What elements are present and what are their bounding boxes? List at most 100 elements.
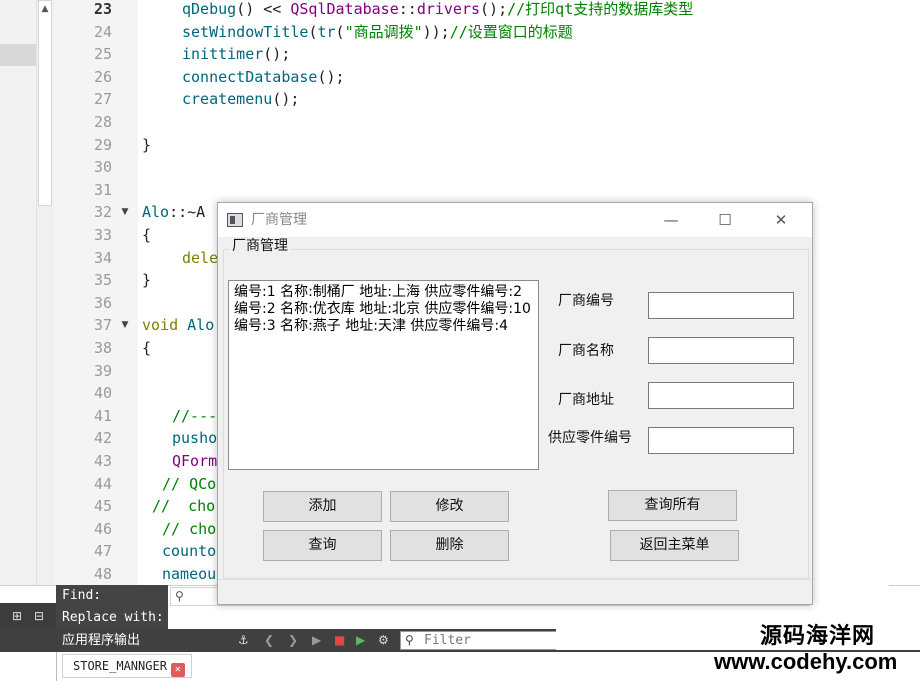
line-number: 46 bbox=[93, 520, 112, 538]
left-sidebar-selection bbox=[0, 44, 36, 66]
code-line: inittimer(); bbox=[182, 45, 291, 63]
line-number: 37 bbox=[93, 316, 112, 334]
replace-label: Replace with: bbox=[62, 610, 164, 625]
query-all-button[interactable]: 查询所有 bbox=[608, 490, 737, 521]
delete-button[interactable]: 删除 bbox=[390, 530, 509, 561]
code-line: } bbox=[142, 271, 152, 289]
watermark-name: 源码海洋网 bbox=[760, 624, 876, 649]
line-number: 39 bbox=[93, 362, 112, 380]
code-line: // cho bbox=[152, 497, 216, 515]
watermark-url: www.codehy.com bbox=[714, 649, 898, 674]
close-tab-icon[interactable]: ✕ bbox=[170, 663, 185, 677]
output-prev-icon[interactable]: ❮ bbox=[264, 629, 274, 652]
app-window-icon bbox=[227, 213, 243, 227]
find-search-icon: ⚲ bbox=[175, 589, 184, 603]
vendor-name-label: 厂商名称 bbox=[558, 343, 614, 359]
code-line: counto bbox=[162, 542, 217, 560]
list-item: 编号:1 名称:制桶厂 地址:上海 供应零件编号:2 bbox=[234, 284, 523, 300]
output-tab-label: STORE_MANNGER bbox=[73, 659, 167, 673]
code-line: void Alo bbox=[142, 316, 215, 334]
line-number: 24 bbox=[93, 23, 112, 41]
output-stop-icon[interactable]: ■ bbox=[334, 629, 345, 652]
fold-arrow-icon[interactable]: ▼ bbox=[118, 314, 132, 336]
minimize-icon[interactable]: — bbox=[648, 203, 694, 237]
code-line: QForm bbox=[172, 452, 218, 470]
output-settings-gear-icon[interactable]: ⚙ bbox=[378, 629, 389, 652]
code-line: connectDatabase(); bbox=[182, 68, 345, 86]
vendor-list-textbox[interactable]: 编号:1 名称:制桶厂 地址:上海 供应零件编号:2 编号:2 名称:优衣库 地… bbox=[228, 280, 539, 470]
vendor-management-dialog: 厂商管理 — ☐ ✕ 厂商管理 编号:1 名称:制桶厂 地址:上海 供应零件编号… bbox=[217, 202, 813, 605]
line-number: 40 bbox=[93, 384, 112, 402]
line-number: 48 bbox=[93, 565, 112, 583]
line-number: 35 bbox=[93, 271, 112, 289]
dialog-status-strip bbox=[218, 579, 812, 604]
vendor-name-input[interactable] bbox=[648, 337, 794, 364]
output-debug-run-icon[interactable]: ▶ bbox=[356, 629, 365, 652]
line-number: 33 bbox=[93, 226, 112, 244]
code-line: dele bbox=[182, 249, 219, 267]
output-tab-store-mannger[interactable]: STORE_MANNGER ✕ bbox=[62, 654, 192, 678]
code-line: setWindowTitle(tr("商品调拨"));//设置窗口的标题 bbox=[182, 23, 573, 41]
groupbox-title: 厂商管理 bbox=[230, 237, 290, 255]
output-run-icon[interactable]: ▶ bbox=[312, 629, 321, 652]
code-line: // cho bbox=[162, 520, 217, 538]
find-bar-side bbox=[0, 603, 56, 629]
close-window-icon[interactable]: ✕ bbox=[758, 203, 804, 237]
line-number: 32 bbox=[93, 203, 112, 221]
line-number: 26 bbox=[93, 68, 112, 86]
part-id-label: 供应零件编号 bbox=[548, 430, 632, 446]
modify-button[interactable]: 修改 bbox=[390, 491, 509, 522]
line-number: 45 bbox=[93, 497, 112, 515]
list-item: 编号:3 名称:燕子 地址:天津 供应零件编号:4 bbox=[234, 318, 509, 334]
filter-search-icon: ⚲ bbox=[405, 633, 414, 647]
code-line: // QCo bbox=[162, 475, 217, 493]
line-number: 25 bbox=[93, 45, 112, 63]
scroll-up-arrow-icon[interactable]: ▲ bbox=[38, 2, 52, 16]
output-next-icon[interactable]: ❯ bbox=[288, 629, 298, 652]
line-number: 43 bbox=[93, 452, 112, 470]
vendor-address-label: 厂商地址 bbox=[558, 392, 614, 408]
split-view-icon[interactable]: ⊞ bbox=[12, 608, 22, 624]
code-line: } bbox=[142, 136, 152, 154]
line-number: 30 bbox=[93, 158, 112, 176]
dialog-titlebar[interactable]: 厂商管理 — ☐ ✕ bbox=[218, 203, 812, 237]
find-label: Find: bbox=[62, 588, 102, 603]
code-line: nameou bbox=[162, 565, 217, 583]
query-button[interactable]: 查询 bbox=[263, 530, 382, 561]
left-sidebar-strip bbox=[0, 0, 36, 585]
line-number: 31 bbox=[93, 181, 112, 199]
code-line: { bbox=[142, 339, 152, 357]
line-number: 38 bbox=[93, 339, 112, 357]
line-number: 44 bbox=[93, 475, 112, 493]
line-number: 42 bbox=[93, 429, 112, 447]
maximize-icon[interactable]: ☐ bbox=[702, 203, 748, 237]
line-number: 36 bbox=[93, 294, 112, 312]
back-to-main-menu-button[interactable]: 返回主菜单 bbox=[610, 530, 739, 561]
part-id-input[interactable] bbox=[648, 427, 794, 454]
vendor-id-label: 厂商编号 bbox=[558, 293, 614, 309]
code-line: qDebug() << QSqlDatabase::drivers();//打印… bbox=[182, 0, 694, 18]
line-number: 29 bbox=[93, 136, 112, 154]
line-number: 47 bbox=[93, 542, 112, 560]
code-line: //--- bbox=[172, 407, 218, 425]
code-line: createmenu(); bbox=[182, 90, 300, 108]
code-line: { bbox=[142, 226, 152, 244]
vendor-address-input[interactable] bbox=[648, 382, 794, 409]
line-number: 23 bbox=[93, 0, 112, 18]
dialog-title: 厂商管理 bbox=[251, 212, 307, 228]
output-pane-title: 应用程序输出 bbox=[62, 633, 141, 648]
code-line: Alo::~A bbox=[142, 203, 206, 221]
vendor-id-input[interactable] bbox=[648, 292, 794, 319]
list-item: 编号:2 名称:优衣库 地址:北京 供应零件编号:10 bbox=[234, 301, 531, 317]
line-number: 27 bbox=[93, 90, 112, 108]
line-number: 28 bbox=[93, 113, 112, 131]
line-number: 34 bbox=[93, 249, 112, 267]
code-line: pusho bbox=[172, 429, 218, 447]
collapse-icon[interactable]: ⊟ bbox=[34, 608, 44, 624]
line-number: 41 bbox=[93, 407, 112, 425]
add-button[interactable]: 添加 bbox=[263, 491, 382, 522]
editor-scroll-thumb[interactable] bbox=[38, 0, 52, 206]
filter-placeholder: Filter bbox=[424, 633, 471, 648]
output-attach-icon[interactable]: ⚓ bbox=[238, 629, 249, 652]
fold-arrow-icon[interactable]: ▼ bbox=[118, 201, 132, 223]
